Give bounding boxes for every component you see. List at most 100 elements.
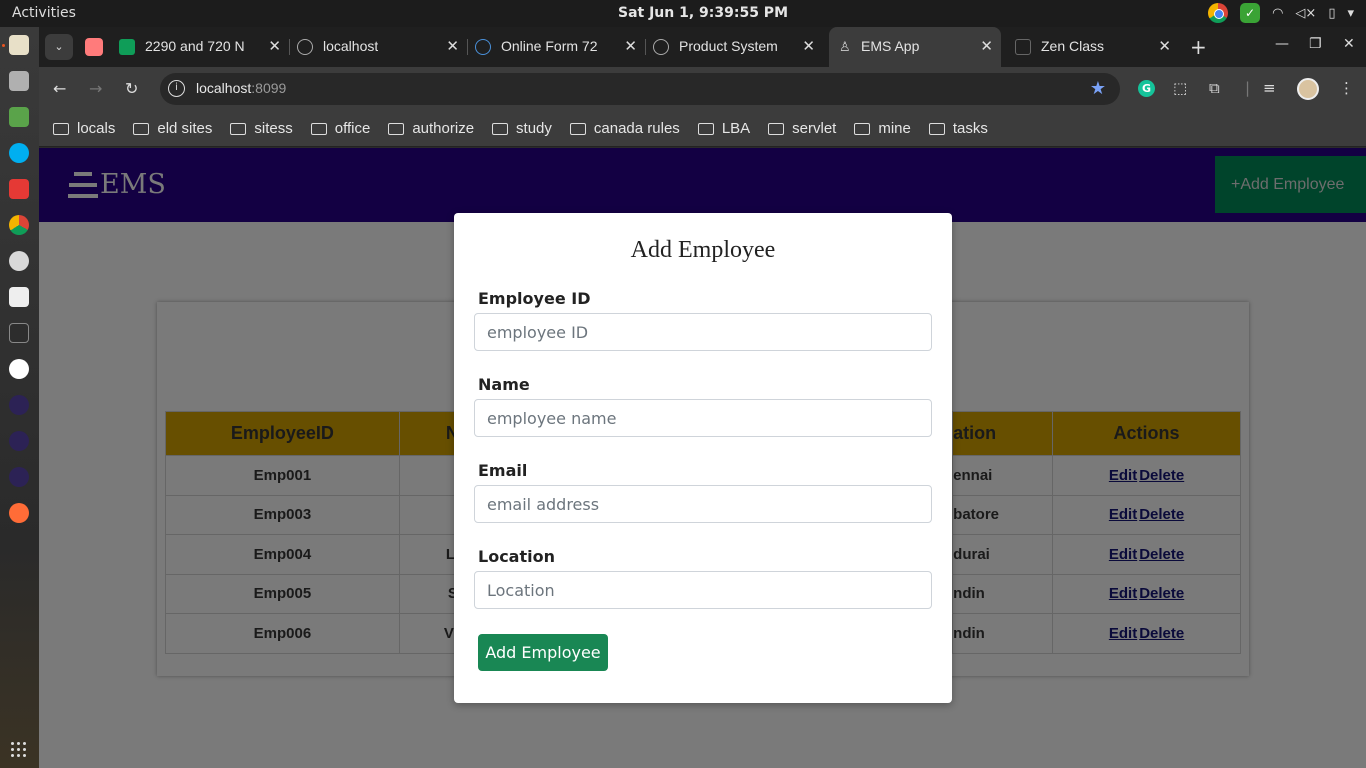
files-icon[interactable] bbox=[9, 71, 29, 91]
reload-icon[interactable]: ↻ bbox=[125, 79, 138, 98]
skype-icon[interactable] bbox=[9, 143, 29, 163]
close-tab-icon[interactable]: ✕ bbox=[1158, 37, 1171, 55]
bookmark-folder[interactable]: study bbox=[492, 120, 552, 137]
eclipse-icon[interactable] bbox=[9, 431, 29, 451]
cell-location: batore bbox=[952, 494, 1054, 535]
chrome-menu-icon[interactable]: ⋮ bbox=[1339, 79, 1354, 97]
close-window-icon[interactable]: ✕ bbox=[1343, 36, 1355, 52]
vim-icon[interactable] bbox=[9, 287, 29, 307]
tab-search-button[interactable]: ⌄ bbox=[45, 34, 73, 60]
tab[interactable]: Zen Class ✕ bbox=[1007, 27, 1179, 67]
system-clock[interactable]: Sat Jun 1, 9:39:55 PM bbox=[0, 5, 1366, 21]
delete-link[interactable]: Delete bbox=[1139, 546, 1184, 563]
new-tab-icon[interactable]: + bbox=[1190, 35, 1207, 59]
show-applications-icon[interactable] bbox=[11, 742, 27, 758]
back-icon[interactable]: ← bbox=[53, 79, 66, 98]
modal-title: Add Employee bbox=[630, 237, 776, 263]
column-header-employee-id: EmployeeID bbox=[165, 411, 400, 456]
url-text[interactable]: localhost:8099 bbox=[196, 80, 286, 96]
close-tab-icon[interactable]: ✕ bbox=[446, 37, 459, 55]
tab-separator bbox=[289, 39, 290, 55]
sheets-favicon-icon bbox=[119, 39, 135, 55]
cell-employee-id: Emp006 bbox=[165, 613, 400, 654]
bookmark-star-icon[interactable]: ★ bbox=[1090, 78, 1106, 99]
profile-avatar[interactable] bbox=[1297, 78, 1319, 100]
shield-check-icon[interactable]: ✓ bbox=[1240, 3, 1261, 23]
delete-link[interactable]: Delete bbox=[1139, 625, 1184, 642]
pinned-tab[interactable] bbox=[85, 38, 103, 56]
nav-add-employee-button[interactable]: +Add Employee bbox=[1215, 156, 1366, 213]
bookmark-folder[interactable]: servlet bbox=[768, 120, 836, 137]
form-favicon-icon bbox=[475, 39, 491, 55]
edit-link[interactable]: Edit bbox=[1109, 506, 1137, 523]
delete-link[interactable]: Delete bbox=[1139, 467, 1184, 484]
site-info-icon[interactable]: i bbox=[168, 80, 185, 97]
grammarly-icon[interactable]: G bbox=[1138, 80, 1155, 97]
edit-link[interactable]: Edit bbox=[1109, 585, 1137, 602]
close-tab-icon[interactable]: ✕ bbox=[802, 37, 815, 55]
bookmark-folder[interactable]: office bbox=[310, 120, 370, 137]
extensions-puzzle-icon[interactable]: ⧉ bbox=[1209, 79, 1220, 97]
tab[interactable]: Online Form 72 ✕ bbox=[467, 27, 645, 67]
chrome-icon[interactable] bbox=[9, 215, 29, 235]
close-tab-icon[interactable]: ✕ bbox=[268, 37, 281, 55]
tab-separator bbox=[645, 39, 646, 55]
anydesk-icon[interactable] bbox=[9, 179, 29, 199]
add-employee-submit-button[interactable]: Add Employee bbox=[478, 634, 608, 671]
bookmark-folder[interactable]: tasks bbox=[928, 120, 988, 137]
tab-title: EMS App bbox=[861, 38, 920, 54]
battery-icon[interactable]: ▯ bbox=[1328, 6, 1335, 21]
power-menu-icon[interactable]: ▾ bbox=[1347, 6, 1354, 21]
react-favicon-icon bbox=[653, 39, 669, 55]
edit-link[interactable]: Edit bbox=[1109, 546, 1137, 563]
address-bar[interactable]: i localhost:8099 ★ bbox=[160, 73, 1120, 105]
bookmark-folder[interactable]: mine bbox=[854, 120, 911, 137]
close-tab-icon[interactable]: ✕ bbox=[624, 37, 637, 55]
location-input[interactable] bbox=[474, 571, 932, 609]
forward-icon[interactable]: → bbox=[89, 79, 102, 98]
settings-icon[interactable] bbox=[9, 251, 29, 271]
delete-link[interactable]: Delete bbox=[1139, 585, 1184, 602]
close-tab-icon[interactable]: ✕ bbox=[980, 37, 993, 55]
eclipse-icon[interactable] bbox=[9, 395, 29, 415]
minimize-icon[interactable]: — bbox=[1275, 36, 1289, 52]
email-input[interactable] bbox=[474, 485, 932, 523]
chrome-tray-icon[interactable] bbox=[1208, 3, 1229, 23]
tab[interactable]: localhost ✕ bbox=[289, 27, 467, 67]
folder-icon bbox=[854, 122, 871, 135]
text-editor-icon[interactable] bbox=[9, 35, 29, 55]
brand-logo[interactable]: EMS bbox=[68, 169, 166, 200]
tab[interactable]: Product System ✕ bbox=[645, 27, 823, 67]
cell-employee-id: Emp004 bbox=[165, 534, 400, 575]
bookmark-folder[interactable]: canada rules bbox=[569, 120, 680, 137]
wifi-icon[interactable]: ◠ bbox=[1272, 6, 1283, 21]
mongodb-compass-icon[interactable] bbox=[9, 359, 29, 379]
tab-separator bbox=[467, 39, 468, 55]
tab-active[interactable]: ♙ EMS App ✕ bbox=[829, 27, 1001, 67]
edit-link[interactable]: Edit bbox=[1109, 625, 1137, 642]
employee-id-input[interactable] bbox=[474, 313, 932, 351]
name-input[interactable] bbox=[474, 399, 932, 437]
screenshot-extension-icon[interactable]: ⬚ bbox=[1173, 79, 1187, 97]
image-viewer-icon[interactable] bbox=[9, 107, 29, 127]
zen-class-favicon-icon bbox=[1015, 39, 1031, 55]
eclipse-icon[interactable] bbox=[9, 467, 29, 487]
tab[interactable]: 2290 and 720 N ✕ bbox=[111, 27, 289, 67]
volume-muted-icon[interactable]: ◁× bbox=[1295, 6, 1316, 21]
bookmark-folder[interactable]: authorize bbox=[388, 120, 474, 137]
bookmark-folder[interactable]: LBA bbox=[697, 120, 750, 137]
bookmark-folder[interactable]: sitess bbox=[230, 120, 293, 137]
bookmark-folder[interactable]: eld sites bbox=[133, 120, 212, 137]
plus-icon: + bbox=[1231, 176, 1241, 193]
media-control-icon[interactable]: ≡ bbox=[1263, 79, 1276, 97]
postman-icon[interactable] bbox=[9, 503, 29, 523]
system-tray: ✓ ◠ ◁× ▯ ▾ bbox=[1208, 3, 1354, 23]
maximize-icon[interactable]: ❐ bbox=[1309, 36, 1322, 52]
edit-link[interactable]: Edit bbox=[1109, 467, 1137, 484]
cell-actions: Edit Delete bbox=[1052, 455, 1241, 496]
terminal-icon[interactable] bbox=[9, 323, 29, 343]
browser-tab-bar: ⌄ 2290 and 720 N ✕ localhost ✕ Online Fo… bbox=[39, 27, 1366, 67]
bookmark-folder[interactable]: locals bbox=[53, 120, 115, 137]
delete-link[interactable]: Delete bbox=[1139, 506, 1184, 523]
folder-icon bbox=[768, 122, 785, 135]
